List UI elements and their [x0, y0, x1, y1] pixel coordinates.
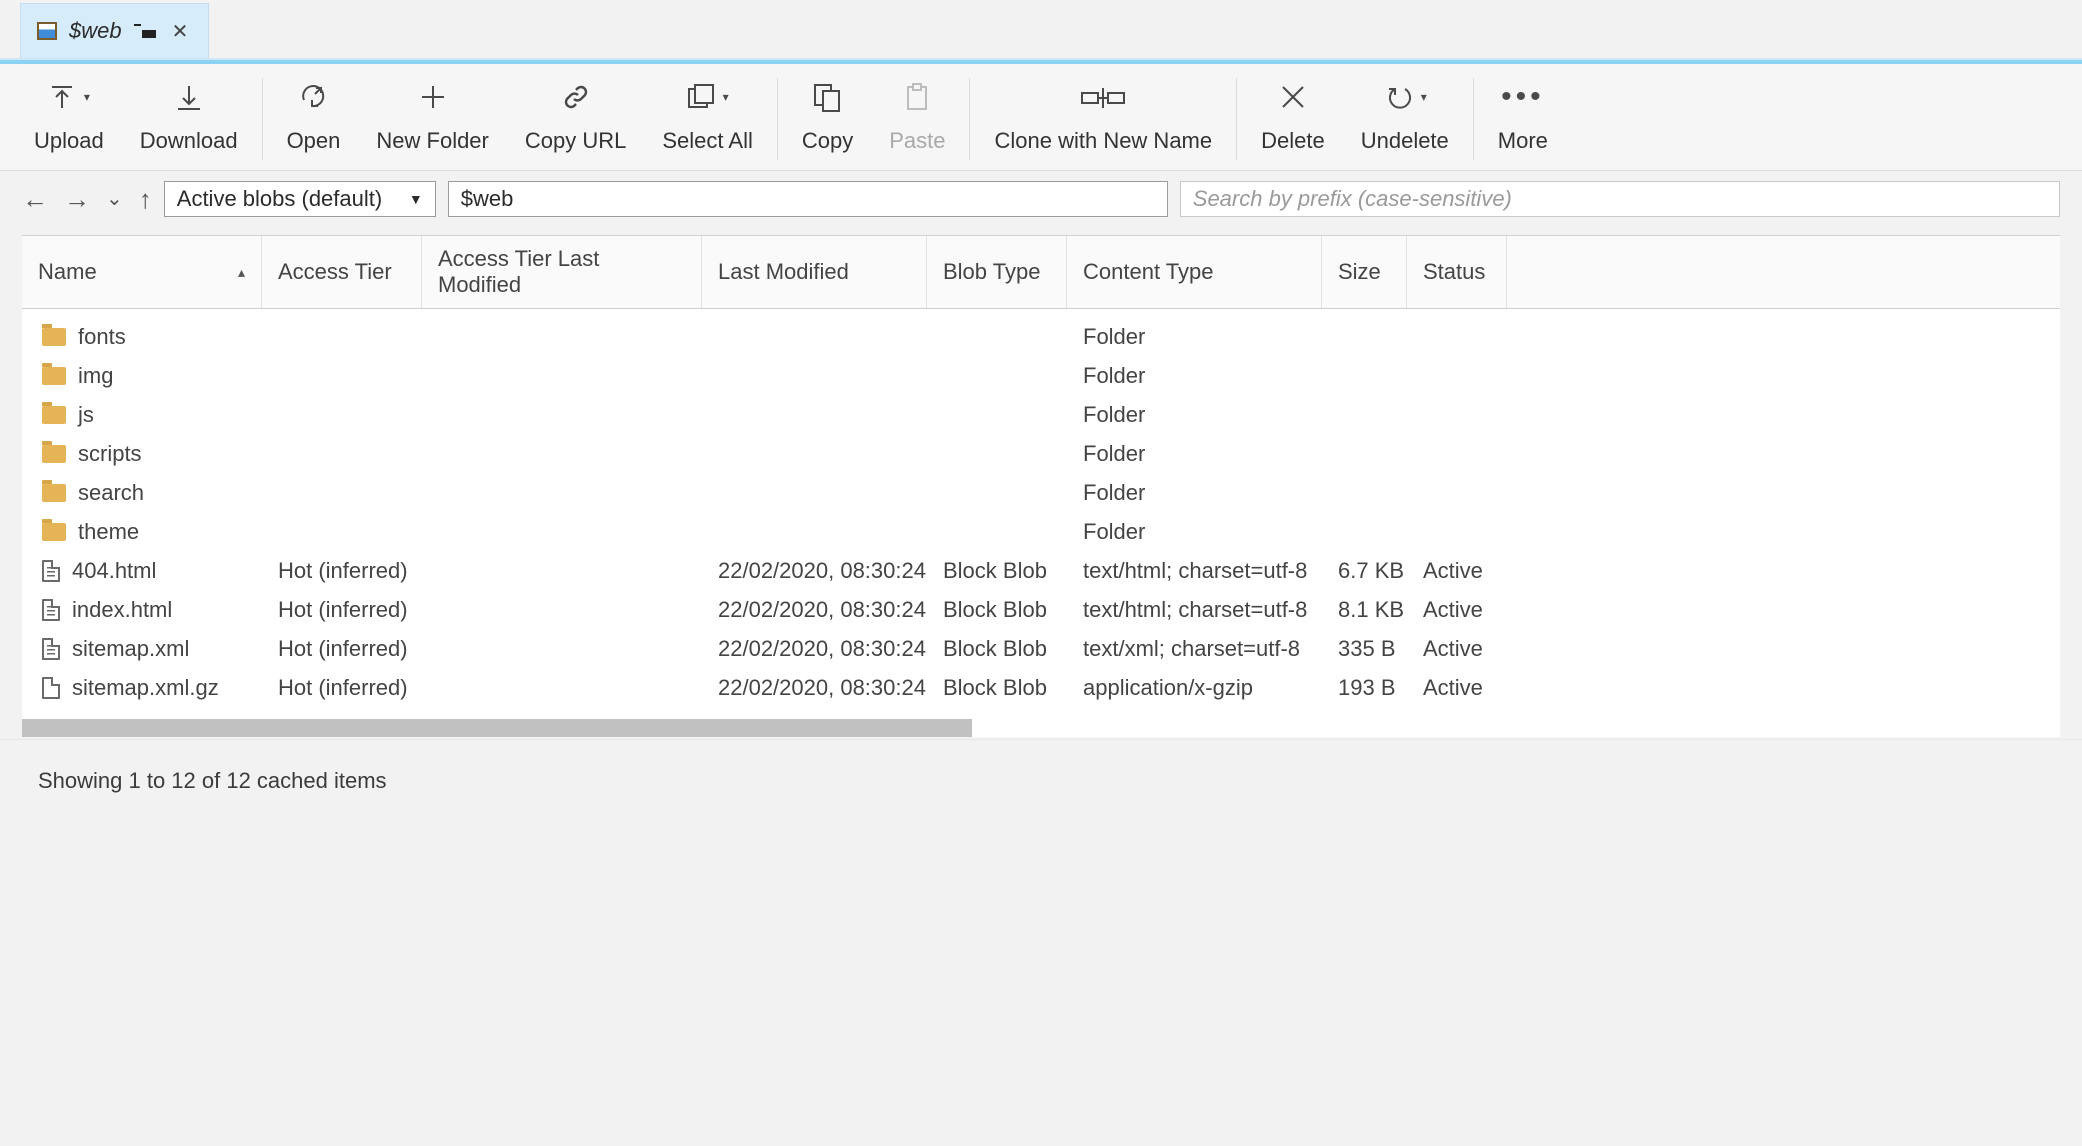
separator	[777, 78, 778, 160]
delete-label: Delete	[1261, 128, 1325, 154]
separator	[969, 78, 970, 160]
tab-decorator-icon	[134, 24, 156, 38]
separator	[1473, 78, 1474, 160]
table-row[interactable]: css Folder	[22, 309, 2060, 317]
delete-button[interactable]: Delete	[1243, 74, 1343, 164]
table-row[interactable]: index.htmlHot (inferred)22/02/2020, 08:3…	[22, 590, 2060, 629]
nav-forward-icon[interactable]: →	[64, 186, 90, 212]
col-status[interactable]: Status	[1407, 236, 1507, 308]
tab-strip: $web ✕	[0, 0, 2082, 60]
select-all-button[interactable]: ▾ Select All	[644, 74, 771, 164]
upload-icon: ▾	[48, 80, 90, 114]
search-input[interactable]: Search by prefix (case-sensitive)	[1180, 181, 2060, 217]
download-icon	[174, 80, 204, 114]
status-bar: Showing 1 to 12 of 12 cached items	[0, 739, 2082, 822]
upload-button[interactable]: ▾ Upload	[16, 74, 122, 164]
folder-icon	[42, 406, 66, 424]
nav-down-icon[interactable]: ⌄	[106, 189, 123, 209]
table-row[interactable]: scriptsFolder	[22, 434, 2060, 473]
upload-label: Upload	[34, 128, 104, 154]
folder-icon	[42, 484, 66, 502]
paste-label: Paste	[889, 128, 945, 154]
search-placeholder: Search by prefix (case-sensitive)	[1193, 186, 1512, 212]
more-icon: •••	[1501, 80, 1545, 114]
download-label: Download	[140, 128, 238, 154]
copy-url-label: Copy URL	[525, 128, 626, 154]
path-input[interactable]: $web	[448, 181, 1168, 217]
folder-icon	[42, 523, 66, 541]
col-last-modified[interactable]: Last Modified	[702, 236, 927, 308]
clone-icon	[1080, 80, 1126, 114]
link-icon	[561, 80, 591, 114]
select-all-label: Select All	[662, 128, 753, 154]
navigation-bar: ← → ⌄ ↑ Active blobs (default) ▼ $web Se…	[0, 171, 2082, 227]
clone-label: Clone with New Name	[994, 128, 1212, 154]
col-size[interactable]: Size	[1322, 236, 1407, 308]
blob-filter-select[interactable]: Active blobs (default) ▼	[164, 181, 436, 217]
toolbar: ▾ Upload Download Open New Folder	[0, 60, 2082, 171]
horizontal-scrollbar[interactable]	[22, 719, 2060, 737]
copy-url-button[interactable]: Copy URL	[507, 74, 644, 164]
folder-icon	[42, 367, 66, 385]
col-name[interactable]: Name▴	[22, 236, 262, 308]
copy-icon	[811, 80, 845, 114]
close-tab-icon[interactable]: ✕	[168, 19, 193, 44]
download-button[interactable]: Download	[122, 74, 256, 164]
copy-label: Copy	[802, 128, 853, 154]
folder-icon	[42, 445, 66, 463]
col-access-tier[interactable]: Access Tier	[262, 236, 422, 308]
table-row[interactable]: imgFolder	[22, 356, 2060, 395]
file-icon	[42, 638, 60, 660]
status-text: Showing 1 to 12 of 12 cached items	[38, 768, 387, 793]
col-blob-type[interactable]: Blob Type	[927, 236, 1067, 308]
more-label: More	[1498, 128, 1548, 154]
plus-icon	[418, 80, 448, 114]
tab-web[interactable]: $web ✕	[20, 3, 209, 58]
tab-title: $web	[69, 18, 122, 44]
open-button[interactable]: Open	[269, 74, 359, 164]
table-row[interactable]: jsFolder	[22, 395, 2060, 434]
nav-up-icon[interactable]: ↑	[139, 186, 152, 212]
select-all-icon: ▾	[687, 80, 729, 114]
undelete-button[interactable]: ▾ Undelete	[1343, 74, 1467, 164]
col-atlm[interactable]: Access Tier Last Modified	[422, 236, 702, 308]
separator	[1236, 78, 1237, 160]
table-row[interactable]: fontsFolder	[22, 317, 2060, 356]
table-row[interactable]: searchFolder	[22, 473, 2060, 512]
table-row[interactable]: sitemap.xml.gzHot (inferred)22/02/2020, …	[22, 668, 2060, 707]
clone-button[interactable]: Clone with New Name	[976, 74, 1230, 164]
file-icon	[42, 677, 60, 699]
new-folder-button[interactable]: New Folder	[358, 74, 506, 164]
separator	[262, 78, 263, 160]
grid-header: Name▴ Access Tier Access Tier Last Modif…	[22, 235, 2060, 309]
file-icon	[42, 599, 60, 621]
grid-body: css Folder fontsFolderimgFolderjsFolders…	[22, 309, 2060, 719]
nav-back-icon[interactable]: ←	[22, 186, 48, 212]
sort-asc-icon: ▴	[238, 264, 245, 281]
more-button[interactable]: ••• More	[1480, 74, 1566, 164]
paste-icon	[902, 80, 932, 114]
new-folder-label: New Folder	[376, 128, 488, 154]
path-text: $web	[461, 186, 514, 212]
delete-icon	[1278, 80, 1308, 114]
chevron-down-icon: ▼	[409, 191, 423, 207]
paste-button[interactable]: Paste	[871, 74, 963, 164]
col-content-type[interactable]: Content Type	[1067, 236, 1322, 308]
table-row[interactable]: sitemap.xmlHot (inferred)22/02/2020, 08:…	[22, 629, 2060, 668]
nav-arrows: ← → ⌄ ↑	[22, 186, 152, 212]
table-row[interactable]: 404.htmlHot (inferred)22/02/2020, 08:30:…	[22, 551, 2060, 590]
container-icon	[37, 22, 57, 40]
folder-icon	[42, 328, 66, 346]
filter-value: Active blobs (default)	[177, 186, 382, 212]
file-icon	[42, 560, 60, 582]
blob-grid: Name▴ Access Tier Access Tier Last Modif…	[22, 235, 2060, 719]
undelete-icon: ▾	[1383, 80, 1427, 114]
open-icon	[298, 80, 328, 114]
copy-button[interactable]: Copy	[784, 74, 871, 164]
undelete-label: Undelete	[1361, 128, 1449, 154]
open-label: Open	[287, 128, 341, 154]
table-row[interactable]: themeFolder	[22, 512, 2060, 551]
scrollbar-thumb[interactable]	[22, 719, 972, 737]
